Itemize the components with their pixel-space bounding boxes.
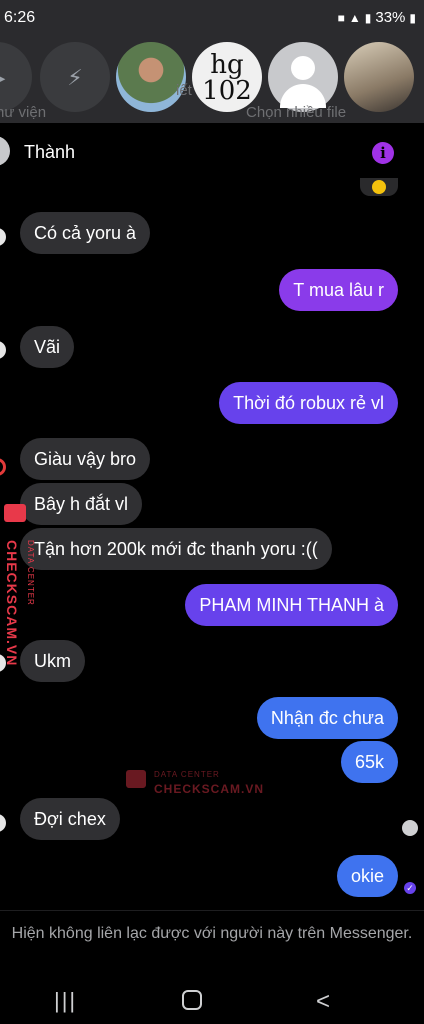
back-button[interactable]: < xyxy=(316,988,330,1016)
seen-check-icon: ✓ xyxy=(404,882,416,894)
select-multiple-caption[interactable]: Chọn nhiều file xyxy=(246,104,346,121)
watermark-side-small: DATA CENTER xyxy=(26,540,35,606)
message-bubble-incoming[interactable]: Có cả yoru à xyxy=(20,212,151,254)
story-caption-mid: iết xyxy=(176,82,192,99)
sender-avatar xyxy=(0,341,6,359)
seen-avatar xyxy=(402,820,418,836)
message-bubble-outgoing[interactable]: okie xyxy=(336,855,398,897)
message-bubble-incoming[interactable]: Đợi chex xyxy=(20,798,120,840)
message-bubble-incoming[interactable]: Vãi xyxy=(20,326,75,368)
message-bubble-outgoing[interactable]: T mua lâu r xyxy=(279,269,398,311)
recents-button[interactable]: ||| xyxy=(54,988,77,1014)
message-bubble-outgoing[interactable]: Nhận đc chưa xyxy=(256,697,398,739)
message-bubble-incoming[interactable]: Tận hơn 200k mới đc thanh yoru :(( xyxy=(20,528,332,570)
watermark-lock-icon xyxy=(4,504,26,522)
story-item-camera[interactable]: ▶ xyxy=(0,42,32,112)
signal-icon: ▮ xyxy=(364,10,372,25)
watermark-lock-icon xyxy=(126,770,146,788)
info-icon[interactable]: i xyxy=(372,142,394,164)
message-bubble-outgoing[interactable]: PHAM MINH THANH à xyxy=(185,584,398,626)
story-item-avatar[interactable] xyxy=(116,42,186,112)
story-item-handwriting[interactable]: hg 102 xyxy=(192,42,262,112)
lock-icon: ■ xyxy=(337,10,345,25)
watermark-center: DATA CENTER CHECKSCAM.VN xyxy=(126,766,266,796)
battery-percent: 33% xyxy=(375,9,406,26)
watermark-center-line1: DATA CENTER xyxy=(154,770,220,779)
unreachable-notice: Hiện không liên lạc được với người này t… xyxy=(0,910,424,978)
contact-name[interactable]: Thành xyxy=(24,142,75,163)
story-strip: ▶ ⚡ hg 102 iết xyxy=(0,38,424,123)
messenger-icon: ⚡ xyxy=(67,65,83,90)
message-bubble-outgoing[interactable]: 65k xyxy=(340,741,398,783)
android-nav-bar: ||| < xyxy=(0,978,424,1024)
story-item-messenger[interactable]: ⚡ xyxy=(40,42,110,112)
sender-avatar xyxy=(0,228,6,246)
watermark-side-text: CHECKSCAM.VN xyxy=(4,540,20,667)
battery-icon: ▮ xyxy=(409,10,416,25)
status-icons: ■ ▲ ▮ 33% ▮ xyxy=(338,9,416,26)
story-item-photo[interactable] xyxy=(344,42,414,112)
message-bubble-outgoing[interactable]: Thời đó robux rẻ vl xyxy=(219,382,398,424)
contact-avatar[interactable] xyxy=(0,136,10,166)
gallery-caption[interactable]: hư viện xyxy=(0,104,46,121)
story-handwriting-text: hg 102 xyxy=(202,50,252,106)
watermark-side: CHECKSCAM.VN DATA CENTER xyxy=(4,500,46,690)
wifi-icon: ▲ xyxy=(348,10,361,25)
status-time: 6:26 xyxy=(4,9,36,26)
home-button[interactable] xyxy=(182,990,202,1010)
sender-avatar-ring xyxy=(0,458,6,476)
play-icon: ▶ xyxy=(0,65,32,91)
status-bar: 6:26 ■ ▲ ▮ 33% ▮ xyxy=(0,0,424,38)
reaction-badge[interactable] xyxy=(360,178,398,196)
emoji-icon xyxy=(372,180,386,194)
sender-avatar xyxy=(0,814,6,832)
message-bubble-incoming[interactable]: Giàu vậy bro xyxy=(20,438,151,480)
avatar-head xyxy=(291,56,315,80)
story-item-default-avatar[interactable] xyxy=(268,42,338,112)
watermark-center-line2: CHECKSCAM.VN xyxy=(154,782,265,796)
chat-header: Thành i xyxy=(0,123,424,185)
